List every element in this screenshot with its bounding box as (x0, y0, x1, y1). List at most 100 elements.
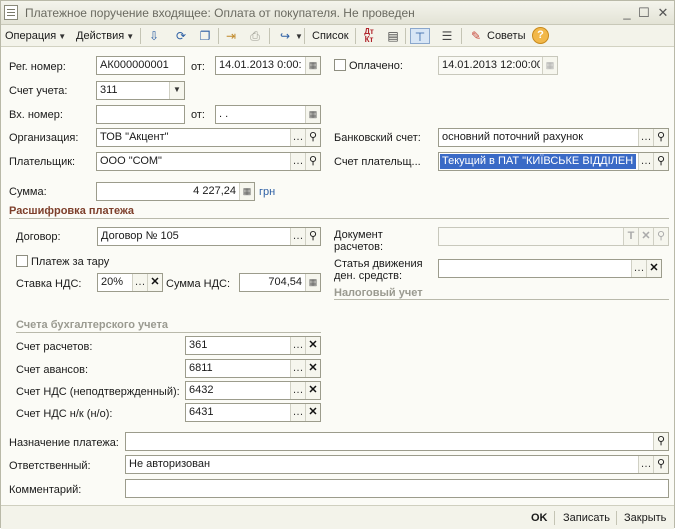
bank-account-value: основний поточний рахунок (442, 131, 584, 143)
ellipsis-icon[interactable]: … (290, 337, 305, 354)
in-date-value: . . (219, 108, 229, 120)
text-type-icon[interactable]: T (623, 228, 638, 245)
maximize-button[interactable]: ☐ (635, 4, 653, 21)
responsible-value: Не авторизован (129, 458, 211, 470)
contract-input[interactable]: Договор № 105 … ⚲ (97, 227, 321, 246)
reg-date-value: 14.01.2013 0:00: (219, 59, 302, 71)
tips-button[interactable]: Советы (487, 28, 525, 44)
dt-kt-icon[interactable]: Дт Кт (361, 28, 377, 44)
close-button[interactable]: Закрыть (624, 512, 666, 524)
ellipsis-icon[interactable]: … (290, 129, 305, 146)
help-icon[interactable]: ? (532, 27, 549, 44)
clear-icon[interactable]: ✕ (305, 382, 320, 399)
clear-icon[interactable]: ✕ (305, 360, 320, 377)
search-icon[interactable]: ⚲ (653, 456, 668, 473)
calculator-icon[interactable]: ▦ (305, 274, 320, 291)
cash-flow-label: Статья движения ден. средств: (334, 258, 423, 282)
ellipsis-icon[interactable]: … (631, 260, 646, 277)
in-number-input[interactable] (96, 105, 185, 124)
payer-account-input[interactable]: Текущий в ПАТ "КИЇВСЬКЕ ВІДДІЛЕН … ⚲ (438, 152, 669, 171)
list-button[interactable]: Список (312, 28, 349, 44)
settlement-account-input[interactable]: 361 … ✕ (185, 336, 321, 355)
search-icon[interactable]: ⚲ (653, 433, 668, 450)
navigate-icon[interactable]: ↪ (277, 28, 293, 44)
advance-account-input[interactable]: 6811 … ✕ (185, 359, 321, 378)
chevron-down-icon[interactable]: ▼ (169, 82, 184, 99)
clear-icon[interactable]: ✕ (147, 274, 162, 291)
structure-icon[interactable]: ▤ (385, 28, 401, 44)
payer-input[interactable]: ООО "СОМ" … ⚲ (96, 152, 321, 171)
account-select[interactable]: 311 ▼ (96, 81, 185, 100)
responsible-input[interactable]: Не авторизован … ⚲ (125, 455, 669, 474)
ellipsis-icon[interactable]: … (638, 129, 653, 146)
chevron-down-icon[interactable]: ▼ (295, 32, 303, 41)
search-icon[interactable]: ⚲ (653, 153, 668, 170)
refresh-icon[interactable]: ⟳ (173, 28, 189, 44)
settlement-doc-input[interactable]: T ✕ ⚲ (438, 227, 669, 246)
calendar-icon[interactable]: ▦ (542, 57, 557, 74)
reg-number-input[interactable]: АК000000001 (96, 56, 185, 75)
search-icon[interactable]: ⚲ (653, 228, 668, 245)
ellipsis-icon[interactable]: … (290, 404, 305, 421)
sum-value: 4 227,24 (193, 185, 236, 197)
ellipsis-icon[interactable]: … (290, 228, 305, 245)
search-icon[interactable]: ⚲ (305, 153, 320, 170)
container-payment-checkbox[interactable] (16, 255, 28, 267)
subordination-icon[interactable]: ⊤ (410, 28, 430, 44)
ellipsis-icon[interactable]: … (638, 456, 653, 473)
in-date-input[interactable]: . . ▦ (215, 105, 321, 124)
vat-unconfirmed-account-input[interactable]: 6432 … ✕ (185, 381, 321, 400)
columns-icon[interactable]: ☰ (439, 28, 455, 44)
search-icon[interactable]: ⚲ (305, 228, 320, 245)
paid-date-input[interactable]: 14.01.2013 12:00:00 ▦ (438, 56, 558, 75)
sum-input[interactable]: 4 227,24 ▦ (96, 182, 255, 201)
vat-sum-input[interactable]: 704,54 ▦ (239, 273, 321, 292)
purpose-label: Назначение платежа: (9, 437, 119, 449)
calendar-icon[interactable]: ▦ (305, 57, 320, 74)
comment-label: Комментарий: (9, 484, 82, 496)
in-date-label: от: (191, 109, 205, 121)
accounting-row-value: 6431 (189, 406, 214, 418)
ellipsis-icon[interactable]: … (290, 382, 305, 399)
clear-icon[interactable]: ✕ (305, 337, 320, 354)
search-icon[interactable]: ⚲ (653, 129, 668, 146)
accounting-row-label: Счет НДС (неподтвержденный): (16, 386, 180, 398)
based-on-icon[interactable]: ⇥ (223, 28, 239, 44)
vat-rate-input[interactable]: 20% … ✕ (97, 273, 163, 292)
ok-button[interactable]: OK (531, 512, 548, 524)
ellipsis-icon[interactable]: … (638, 153, 653, 170)
close-window-button[interactable]: ✕ (654, 4, 672, 21)
toolbar-separator (140, 28, 141, 44)
reg-date-input[interactable]: 14.01.2013 0:00: ▦ (215, 56, 321, 75)
comment-input[interactable] (125, 479, 669, 498)
ellipsis-icon[interactable]: … (132, 274, 147, 291)
purpose-input[interactable]: ⚲ (125, 432, 669, 451)
container-payment-label: Платеж за тару (31, 256, 110, 268)
paid-checkbox[interactable] (334, 59, 346, 71)
post-document-icon[interactable]: ⇩ (146, 28, 162, 44)
clear-icon[interactable]: ✕ (638, 228, 653, 245)
account-value: 311 (100, 84, 118, 96)
minimize-button[interactable]: _ (618, 4, 636, 21)
calculator-icon[interactable]: ▦ (239, 183, 254, 200)
command-bar: OK Записать Закрыть (1, 505, 674, 529)
vat-sum-value: 704,54 (268, 276, 302, 288)
operation-menu[interactable]: Операция ▼ (5, 28, 66, 44)
ellipsis-icon[interactable]: … (290, 153, 305, 170)
accounting-row-value: 6811 (189, 362, 213, 374)
clear-icon[interactable]: ✕ (305, 404, 320, 421)
ellipsis-icon[interactable]: … (290, 360, 305, 377)
save-button[interactable]: Записать (563, 512, 610, 524)
actions-menu[interactable]: Действия ▼ (76, 28, 134, 44)
bank-account-input[interactable]: основний поточний рахунок … ⚲ (438, 128, 669, 147)
search-icon[interactable]: ⚲ (305, 129, 320, 146)
clear-icon[interactable]: ✕ (646, 260, 661, 277)
reg-number-value: АК000000001 (100, 59, 169, 71)
organization-value: ТОВ "Акцент" (100, 131, 169, 143)
organization-input[interactable]: ТОВ "Акцент" … ⚲ (96, 128, 321, 147)
vat-nk-account-input[interactable]: 6431 … ✕ (185, 403, 321, 422)
accounting-row-value: 361 (189, 339, 208, 351)
cash-flow-input[interactable]: … ✕ (438, 259, 662, 278)
copy-document-icon[interactable]: ❐ (197, 28, 213, 44)
calendar-icon[interactable]: ▦ (305, 106, 320, 123)
